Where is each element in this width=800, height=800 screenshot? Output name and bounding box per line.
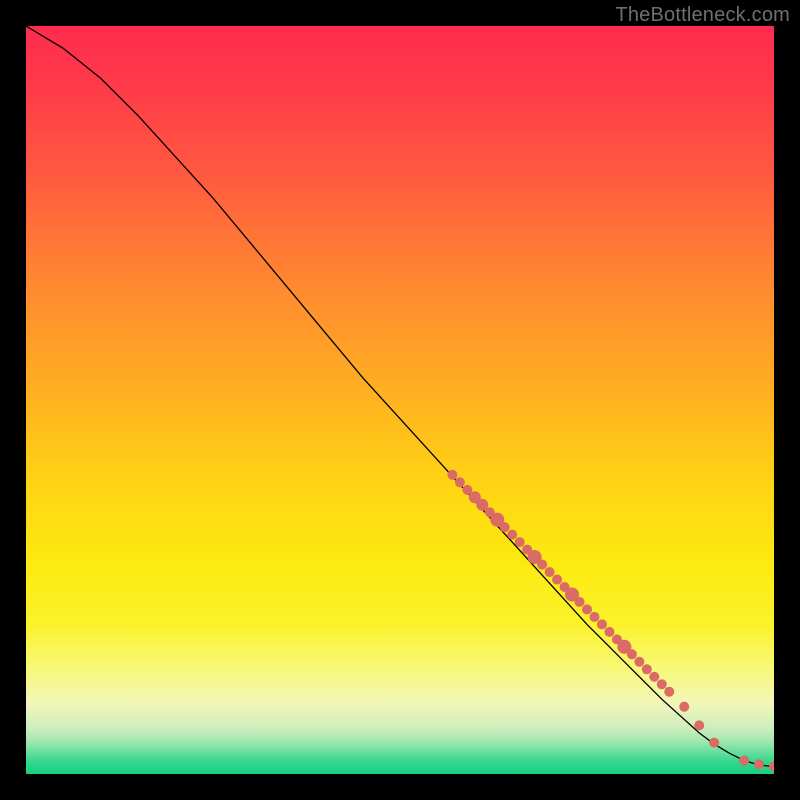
plot-area — [26, 26, 774, 774]
watermark-text: TheBottleneck.com — [615, 4, 790, 27]
highlight-dot — [597, 619, 607, 629]
highlight-dot — [447, 470, 457, 480]
highlight-dots — [447, 470, 774, 772]
highlight-dot — [642, 664, 652, 674]
highlight-dot — [769, 762, 774, 772]
highlight-dot — [754, 759, 764, 769]
highlight-dot — [589, 612, 599, 622]
highlight-dot — [575, 597, 585, 607]
highlight-dot — [582, 604, 592, 614]
highlight-dot — [552, 575, 562, 585]
highlight-dot — [649, 672, 659, 682]
highlight-dot — [657, 679, 667, 689]
main-curve — [26, 26, 774, 767]
highlight-dot — [507, 530, 517, 540]
highlight-dot — [709, 738, 719, 748]
highlight-dot — [739, 756, 749, 766]
highlight-dot — [537, 560, 547, 570]
highlight-dot — [679, 702, 689, 712]
highlight-dot — [604, 627, 614, 637]
highlight-dot — [664, 687, 674, 697]
highlight-dot — [455, 477, 465, 487]
highlight-dot — [694, 720, 704, 730]
highlight-dot — [634, 657, 644, 667]
highlight-dot — [627, 649, 637, 659]
chart-overlay — [26, 26, 774, 774]
chart-stage: TheBottleneck.com — [0, 0, 800, 800]
highlight-dot — [545, 567, 555, 577]
highlight-dot — [515, 537, 525, 547]
highlight-dot — [500, 522, 510, 532]
